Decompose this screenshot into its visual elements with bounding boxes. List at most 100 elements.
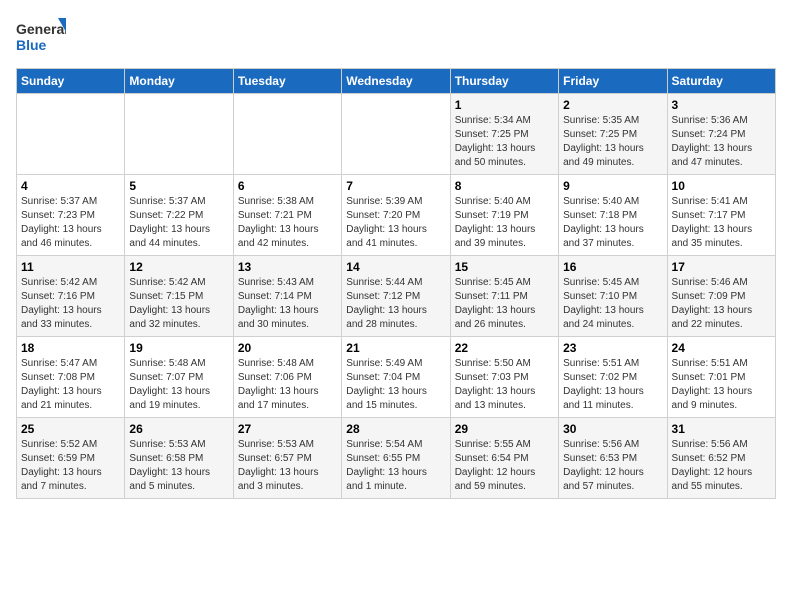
day-number: 10 [672,179,771,193]
calendar-cell: 1 Sunrise: 5:34 AMSunset: 7:25 PMDayligh… [450,94,558,175]
weekday-header: Thursday [450,69,558,94]
day-info: Sunrise: 5:37 AMSunset: 7:23 PMDaylight:… [21,196,102,249]
day-info: Sunrise: 5:37 AMSunset: 7:22 PMDaylight:… [129,196,210,249]
day-info: Sunrise: 5:54 AMSunset: 6:55 PMDaylight:… [346,439,427,492]
day-info: Sunrise: 5:52 AMSunset: 6:59 PMDaylight:… [21,439,102,492]
day-number: 3 [672,98,771,112]
day-number: 2 [563,98,662,112]
day-info: Sunrise: 5:55 AMSunset: 6:54 PMDaylight:… [455,439,536,492]
calendar-cell: 16 Sunrise: 5:45 AMSunset: 7:10 PMDaylig… [559,256,667,337]
svg-text:General: General [16,21,66,37]
calendar-cell: 11 Sunrise: 5:42 AMSunset: 7:16 PMDaylig… [17,256,125,337]
day-info: Sunrise: 5:35 AMSunset: 7:25 PMDaylight:… [563,115,644,168]
calendar-cell: 31 Sunrise: 5:56 AMSunset: 6:52 PMDaylig… [667,418,775,499]
day-info: Sunrise: 5:51 AMSunset: 7:02 PMDaylight:… [563,358,644,411]
day-number: 16 [563,260,662,274]
day-info: Sunrise: 5:34 AMSunset: 7:25 PMDaylight:… [455,115,536,168]
calendar-cell: 22 Sunrise: 5:50 AMSunset: 7:03 PMDaylig… [450,337,558,418]
calendar-cell: 9 Sunrise: 5:40 AMSunset: 7:18 PMDayligh… [559,175,667,256]
day-info: Sunrise: 5:36 AMSunset: 7:24 PMDaylight:… [672,115,753,168]
calendar-cell: 5 Sunrise: 5:37 AMSunset: 7:22 PMDayligh… [125,175,233,256]
day-number: 31 [672,422,771,436]
day-info: Sunrise: 5:56 AMSunset: 6:53 PMDaylight:… [563,439,644,492]
calendar-cell: 8 Sunrise: 5:40 AMSunset: 7:19 PMDayligh… [450,175,558,256]
day-info: Sunrise: 5:43 AMSunset: 7:14 PMDaylight:… [238,277,319,330]
day-number: 21 [346,341,445,355]
day-info: Sunrise: 5:41 AMSunset: 7:17 PMDaylight:… [672,196,753,249]
day-info: Sunrise: 5:53 AMSunset: 6:57 PMDaylight:… [238,439,319,492]
weekday-header: Monday [125,69,233,94]
day-number: 26 [129,422,228,436]
day-number: 5 [129,179,228,193]
day-info: Sunrise: 5:49 AMSunset: 7:04 PMDaylight:… [346,358,427,411]
calendar-cell: 3 Sunrise: 5:36 AMSunset: 7:24 PMDayligh… [667,94,775,175]
day-number: 9 [563,179,662,193]
calendar-cell [342,94,450,175]
calendar-week-row: 1 Sunrise: 5:34 AMSunset: 7:25 PMDayligh… [17,94,776,175]
calendar-cell [233,94,341,175]
day-number: 12 [129,260,228,274]
day-info: Sunrise: 5:44 AMSunset: 7:12 PMDaylight:… [346,277,427,330]
day-info: Sunrise: 5:40 AMSunset: 7:18 PMDaylight:… [563,196,644,249]
calendar-cell: 28 Sunrise: 5:54 AMSunset: 6:55 PMDaylig… [342,418,450,499]
day-info: Sunrise: 5:53 AMSunset: 6:58 PMDaylight:… [129,439,210,492]
calendar-cell: 29 Sunrise: 5:55 AMSunset: 6:54 PMDaylig… [450,418,558,499]
calendar-cell [125,94,233,175]
day-number: 11 [21,260,120,274]
day-info: Sunrise: 5:50 AMSunset: 7:03 PMDaylight:… [455,358,536,411]
calendar-cell: 7 Sunrise: 5:39 AMSunset: 7:20 PMDayligh… [342,175,450,256]
calendar-cell: 15 Sunrise: 5:45 AMSunset: 7:11 PMDaylig… [450,256,558,337]
day-number: 13 [238,260,337,274]
day-info: Sunrise: 5:38 AMSunset: 7:21 PMDaylight:… [238,196,319,249]
day-info: Sunrise: 5:48 AMSunset: 7:07 PMDaylight:… [129,358,210,411]
day-info: Sunrise: 5:40 AMSunset: 7:19 PMDaylight:… [455,196,536,249]
day-info: Sunrise: 5:47 AMSunset: 7:08 PMDaylight:… [21,358,102,411]
day-number: 15 [455,260,554,274]
day-number: 25 [21,422,120,436]
weekday-header: Friday [559,69,667,94]
calendar-cell: 4 Sunrise: 5:37 AMSunset: 7:23 PMDayligh… [17,175,125,256]
day-number: 17 [672,260,771,274]
calendar-cell: 19 Sunrise: 5:48 AMSunset: 7:07 PMDaylig… [125,337,233,418]
calendar-cell: 17 Sunrise: 5:46 AMSunset: 7:09 PMDaylig… [667,256,775,337]
calendar-week-row: 4 Sunrise: 5:37 AMSunset: 7:23 PMDayligh… [17,175,776,256]
calendar-week-row: 25 Sunrise: 5:52 AMSunset: 6:59 PMDaylig… [17,418,776,499]
calendar-cell: 6 Sunrise: 5:38 AMSunset: 7:21 PMDayligh… [233,175,341,256]
day-number: 27 [238,422,337,436]
day-info: Sunrise: 5:51 AMSunset: 7:01 PMDaylight:… [672,358,753,411]
day-info: Sunrise: 5:45 AMSunset: 7:10 PMDaylight:… [563,277,644,330]
calendar-cell: 24 Sunrise: 5:51 AMSunset: 7:01 PMDaylig… [667,337,775,418]
calendar-cell: 12 Sunrise: 5:42 AMSunset: 7:15 PMDaylig… [125,256,233,337]
day-number: 29 [455,422,554,436]
svg-text:Blue: Blue [16,37,47,53]
day-info: Sunrise: 5:56 AMSunset: 6:52 PMDaylight:… [672,439,753,492]
logo: General Blue [16,16,66,60]
calendar-week-row: 18 Sunrise: 5:47 AMSunset: 7:08 PMDaylig… [17,337,776,418]
calendar-cell: 20 Sunrise: 5:48 AMSunset: 7:06 PMDaylig… [233,337,341,418]
calendar-cell: 25 Sunrise: 5:52 AMSunset: 6:59 PMDaylig… [17,418,125,499]
day-info: Sunrise: 5:45 AMSunset: 7:11 PMDaylight:… [455,277,536,330]
day-number: 8 [455,179,554,193]
calendar-cell: 21 Sunrise: 5:49 AMSunset: 7:04 PMDaylig… [342,337,450,418]
day-number: 1 [455,98,554,112]
day-number: 19 [129,341,228,355]
day-info: Sunrise: 5:42 AMSunset: 7:16 PMDaylight:… [21,277,102,330]
calendar-cell: 14 Sunrise: 5:44 AMSunset: 7:12 PMDaylig… [342,256,450,337]
day-number: 7 [346,179,445,193]
page-header: General Blue [16,16,776,60]
logo-svg: General Blue [16,16,66,60]
day-info: Sunrise: 5:48 AMSunset: 7:06 PMDaylight:… [238,358,319,411]
weekday-header: Saturday [667,69,775,94]
calendar-cell: 18 Sunrise: 5:47 AMSunset: 7:08 PMDaylig… [17,337,125,418]
calendar-week-row: 11 Sunrise: 5:42 AMSunset: 7:16 PMDaylig… [17,256,776,337]
day-number: 24 [672,341,771,355]
calendar-cell: 13 Sunrise: 5:43 AMSunset: 7:14 PMDaylig… [233,256,341,337]
calendar-cell: 30 Sunrise: 5:56 AMSunset: 6:53 PMDaylig… [559,418,667,499]
day-number: 14 [346,260,445,274]
calendar-cell: 10 Sunrise: 5:41 AMSunset: 7:17 PMDaylig… [667,175,775,256]
weekday-header: Tuesday [233,69,341,94]
weekday-header-row: SundayMondayTuesdayWednesdayThursdayFrid… [17,69,776,94]
day-number: 18 [21,341,120,355]
calendar-table: SundayMondayTuesdayWednesdayThursdayFrid… [16,68,776,499]
day-info: Sunrise: 5:42 AMSunset: 7:15 PMDaylight:… [129,277,210,330]
